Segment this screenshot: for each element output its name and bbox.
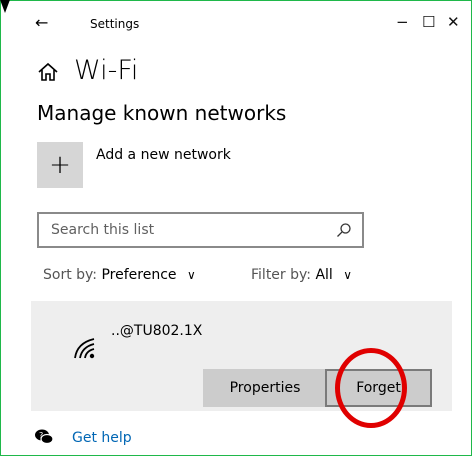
network-name: ..@TU802.1X [111, 323, 203, 339]
window-title: Settings [90, 17, 140, 31]
chevron-down-icon: ∨ [186, 268, 196, 282]
section-title: Manage known networks [37, 101, 287, 125]
search-input[interactable] [49, 221, 333, 239]
svg-text:?: ? [39, 431, 43, 440]
search-icon[interactable] [336, 222, 352, 238]
add-network-label[interactable]: Add a new network [96, 147, 231, 163]
maximize-button[interactable]: ☐ [422, 15, 435, 30]
wifi-icon [74, 338, 95, 359]
filter-label: Filter by: [251, 267, 311, 283]
title-bar: ← Settings − ☐ ✕ [1, 1, 471, 45]
properties-button[interactable]: Properties [203, 369, 327, 407]
sort-value: Preference [101, 267, 177, 283]
minimize-button[interactable]: − [396, 15, 409, 30]
sort-label: Sort by: [43, 267, 98, 283]
get-help-link[interactable]: Get help [72, 430, 132, 446]
back-arrow-icon[interactable]: ← [35, 15, 48, 31]
settings-window: ← Settings − ☐ ✕ Wi-Fi Manage known netw… [0, 0, 472, 456]
filter-dropdown[interactable]: Filter by: All ∨ [251, 267, 352, 283]
mouse-cursor-icon [0, 0, 11, 13]
help-icon: ? [35, 429, 54, 445]
network-item[interactable]: ..@TU802.1X Properties Forget [31, 301, 452, 411]
plus-icon: + [49, 150, 71, 180]
home-icon[interactable] [37, 61, 59, 83]
page-title: Wi-Fi [74, 55, 139, 86]
search-box [37, 212, 364, 248]
close-button[interactable]: ✕ [447, 15, 460, 30]
chevron-down-icon: ∨ [343, 268, 353, 282]
sort-dropdown[interactable]: Sort by: Preference ∨ [43, 267, 196, 283]
filter-value: All [315, 267, 333, 283]
forget-button[interactable]: Forget [325, 369, 432, 407]
add-network-button[interactable]: + [37, 142, 83, 188]
